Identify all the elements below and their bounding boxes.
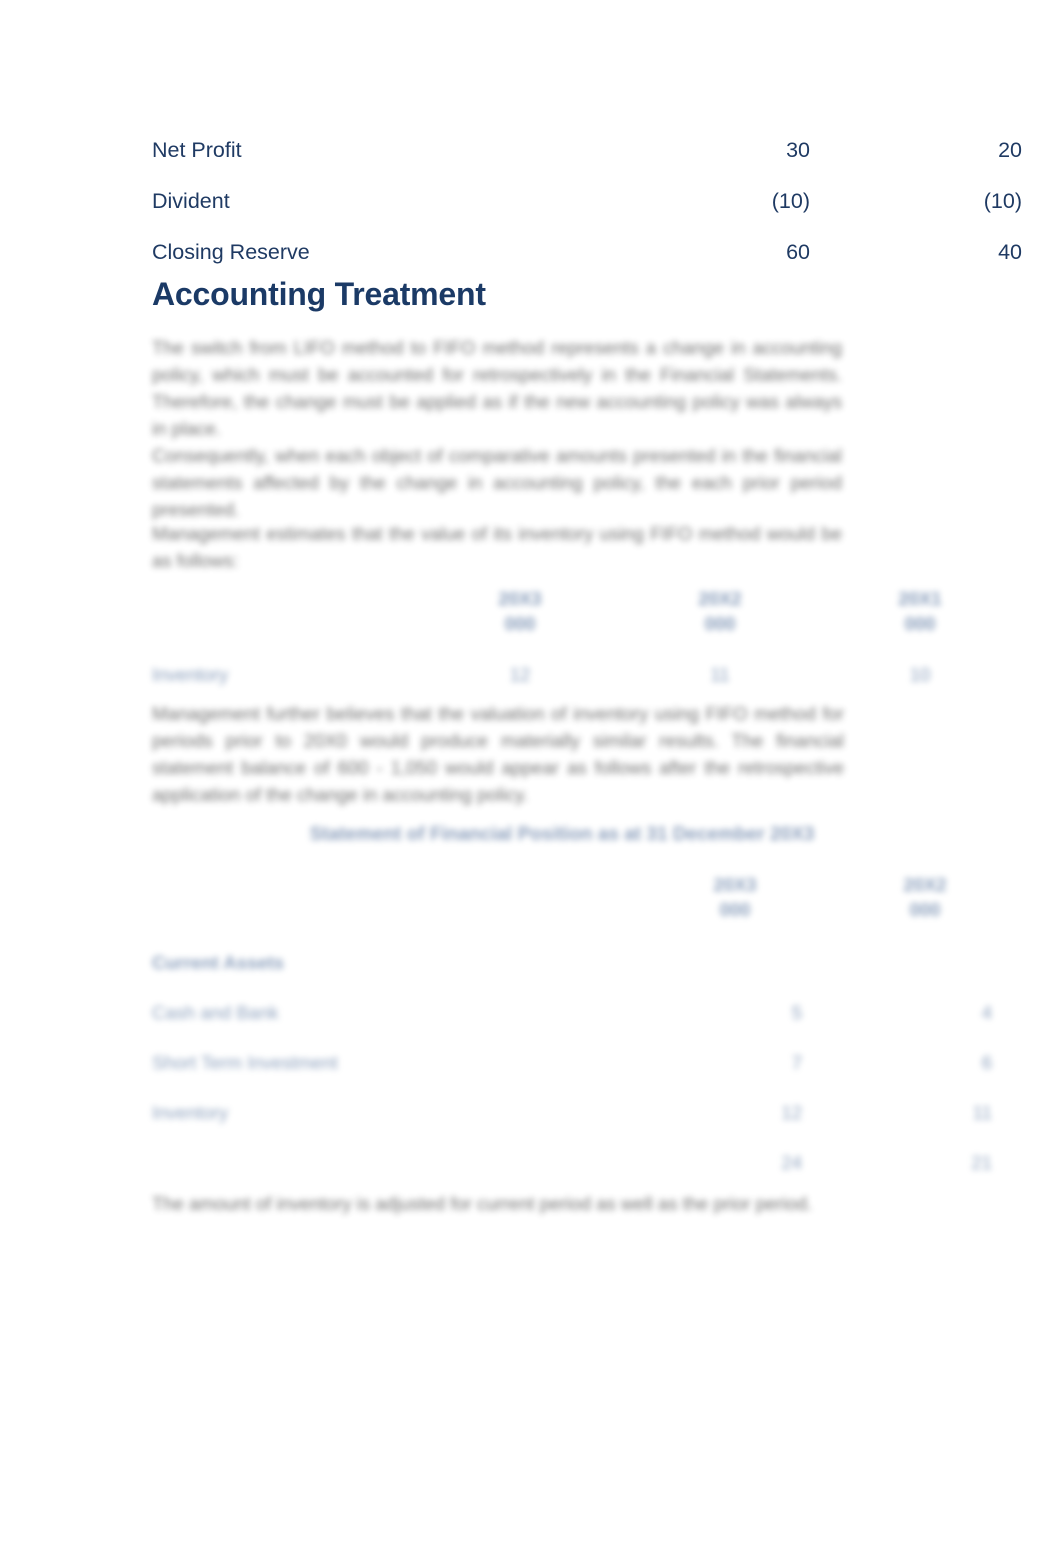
table-row: Cash and Bank 5 4 [152,1002,1020,1052]
table-row: Inventory 12 11 10 [152,664,1020,686]
column-header-20x1: 20X1 000 [820,586,1020,636]
row-value-col2: 20 [998,138,1022,162]
row-label: Divident [152,189,230,213]
row-value-20x1: 10 [909,664,931,685]
column-header-unit: 000 [904,613,936,634]
column-header-unit: 000 [719,899,751,920]
row-value-20x2: 6 [981,1052,992,1073]
column-header-unit: 000 [504,613,536,634]
total-value-20x3: 24 [781,1152,802,1173]
row-value-col2: 40 [998,240,1022,264]
row-label: Cash and Bank [152,1002,279,1023]
row-value-20x2: 4 [981,1002,992,1023]
sfp-title: Statement of Financial Position as at 31… [309,824,815,845]
row-value-20x2: 11 [710,664,730,685]
document-page: Net Profit 30 20 Divident (10) (10) Clos… [0,0,1062,1556]
row-label: Current Assets [152,952,284,973]
row-label: Inventory [152,664,229,685]
table-row: Inventory 12 11 [152,1102,1020,1152]
column-header-unit: 000 [909,899,941,920]
column-header-year: 20X2 [698,588,742,609]
column-header-20x2: 20X2 000 [830,872,1020,922]
table-body: Current Assets Cash and Bank 5 4 Short T… [152,952,1020,1202]
paragraph-policy-change: The switch from LIFO method to FIFO meth… [152,337,842,439]
column-header-year: 20X1 [898,588,942,609]
paragraph-comparatives: Consequently, when each object of compar… [152,445,842,520]
row-value-20x3: 12 [509,664,531,685]
row-value-20x3: 7 [791,1052,802,1073]
paragraph-retrospective-note: Management further believes that the val… [152,703,844,805]
column-header-year: 20X3 [713,874,757,895]
row-label: Short Term Investment [152,1052,338,1073]
column-header-year: 20X3 [498,588,542,609]
table-header-row: 20X3 000 20X2 000 [152,872,1020,922]
row-value-col1: 60 [786,240,810,264]
table-row: Current Assets [152,952,1020,1002]
column-header-20x2: 20X2 000 [620,586,820,636]
table-row: Net Profit 30 20 [152,138,1022,189]
row-value-col1: 30 [786,138,810,162]
paragraph-closing-note: The amount of inventory is adjusted for … [152,1193,813,1214]
row-value-20x3: 5 [791,1002,802,1023]
table-header-row: 20X3 000 20X2 000 20X1 000 [152,586,1020,636]
page-title: Accounting Treatment [152,276,486,312]
total-value-20x2: 21 [971,1152,992,1173]
row-label: Inventory [152,1102,229,1123]
row-value-col2: (10) [983,189,1022,213]
column-header-20x3: 20X3 000 [420,586,620,636]
row-value-20x3: 12 [781,1102,802,1123]
table-row: Divident (10) (10) [152,189,1022,240]
column-header-year: 20X2 [903,874,947,895]
column-header-20x3: 20X3 000 [640,872,830,922]
table-row: Short Term Investment 7 6 [152,1052,1020,1102]
row-value-20x2: 11 [972,1102,992,1123]
row-label: Net Profit [152,138,242,162]
statement-of-financial-position-table: 20X3 000 20X2 000 Current Assets Cash an… [152,872,1020,1202]
inventory-table: 20X3 000 20X2 000 20X1 000 Inventory 12 … [152,586,1020,686]
reserves-table: Net Profit 30 20 Divident (10) (10) Clos… [152,138,1022,291]
paragraph-estimate-intro: Management estimates that the value of i… [152,523,842,571]
column-header-unit: 000 [704,613,736,634]
row-label: Closing Reserve [152,240,310,264]
row-value-col1: (10) [771,189,810,213]
